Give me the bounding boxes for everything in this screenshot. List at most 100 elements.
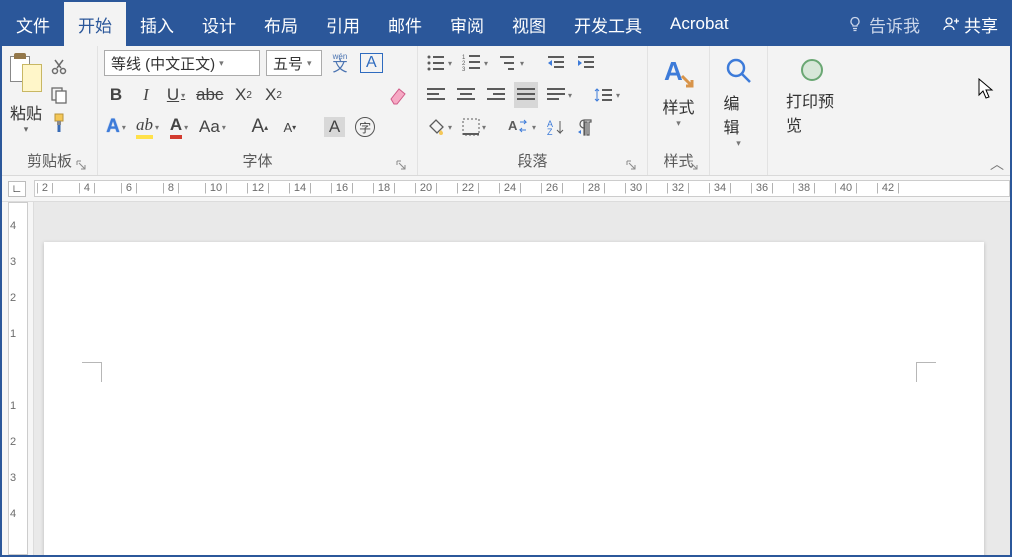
svg-text:A: A: [508, 118, 518, 133]
show-marks-button[interactable]: [574, 114, 598, 140]
align-distributed-button[interactable]: ▾: [544, 82, 574, 108]
phonetic-guide-button[interactable]: wén文: [328, 50, 352, 76]
numbering-button[interactable]: 123▾: [460, 50, 490, 76]
eraser-icon: [387, 85, 409, 105]
character-border-button[interactable]: A: [358, 50, 385, 76]
shading-button[interactable]: ▾: [424, 114, 454, 140]
document-page[interactable]: [44, 242, 984, 555]
group-clipboard-label: 剪贴板: [8, 148, 91, 175]
styles-icon: A: [662, 56, 696, 90]
font-dialog-launcher[interactable]: [395, 159, 407, 171]
tell-me-label: 告诉我: [869, 12, 920, 37]
text-effects-button[interactable]: A▾: [104, 114, 128, 140]
scissors-icon: [49, 57, 69, 77]
tell-me-search[interactable]: 告诉我: [837, 12, 930, 37]
sort-icon: AZ: [546, 118, 566, 136]
lightbulb-icon: [847, 16, 863, 32]
cut-button[interactable]: [48, 56, 70, 78]
text-direction-icon: A: [508, 118, 530, 136]
group-editing: 编辑 ▾: [710, 46, 768, 175]
highlight-button[interactable]: ab▾: [134, 114, 161, 140]
align-right-icon: [486, 87, 506, 103]
copy-button[interactable]: [48, 84, 70, 106]
find-icon: [724, 56, 754, 86]
borders-button[interactable]: ▾: [460, 114, 488, 140]
paste-dropdown[interactable]: ▾: [24, 124, 29, 135]
font-size-combo[interactable]: 五号▾: [266, 50, 322, 76]
outdent-icon: [546, 54, 566, 72]
tab-references[interactable]: 引用: [312, 2, 374, 46]
subscript-button[interactable]: X2: [231, 82, 255, 108]
tab-home[interactable]: 开始: [64, 2, 126, 46]
increase-indent-button[interactable]: [574, 50, 598, 76]
group-styles-label: 样式: [654, 148, 703, 175]
brush-icon: [49, 112, 69, 134]
clear-formatting-button[interactable]: [385, 82, 411, 108]
ribbon-tabbar: 文件 开始 插入 设计 布局 引用 邮件 审阅 视图 开发工具 Acrobat …: [2, 2, 1010, 46]
tab-view[interactable]: 视图: [498, 2, 560, 46]
tab-review[interactable]: 审阅: [436, 2, 498, 46]
tab-file[interactable]: 文件: [2, 2, 64, 46]
decrease-indent-button[interactable]: [544, 50, 568, 76]
group-clipboard: 粘贴 ▾ 剪贴板: [2, 46, 98, 175]
numbering-icon: 123: [462, 54, 482, 72]
tab-developer[interactable]: 开发工具: [560, 2, 656, 46]
vertical-ruler[interactable]: 43211234: [2, 202, 34, 555]
bullets-button[interactable]: ▾: [424, 50, 454, 76]
align-right-button[interactable]: [484, 82, 508, 108]
superscript-button[interactable]: X2: [261, 82, 285, 108]
italic-button[interactable]: I: [134, 82, 158, 108]
share-label: 共享: [964, 12, 998, 37]
multilevel-icon: [498, 54, 518, 72]
shrink-font-button[interactable]: A▾: [278, 114, 302, 140]
format-painter-button[interactable]: [48, 112, 70, 134]
align-center-icon: [456, 87, 476, 103]
clipboard-dialog-launcher[interactable]: [75, 159, 87, 171]
page-scroll-area[interactable]: [34, 202, 1010, 555]
collapse-ribbon-button[interactable]: ︿: [988, 155, 1006, 173]
bullets-icon: [426, 54, 446, 72]
underline-button[interactable]: U▾: [164, 82, 188, 108]
multilevel-list-button[interactable]: ▾: [496, 50, 526, 76]
align-center-button[interactable]: [454, 82, 478, 108]
sort-button[interactable]: AZ: [544, 114, 568, 140]
align-justify-button[interactable]: [514, 82, 538, 108]
paint-bucket-icon: [426, 118, 446, 136]
font-name-combo[interactable]: 等线 (中文正文)▾: [104, 50, 260, 76]
group-paragraph-label: 段落: [424, 148, 641, 175]
bold-button[interactable]: B: [104, 82, 128, 108]
group-paragraph: ▾ 123▾ ▾ ▾ ▾ ▾ ▾: [418, 46, 648, 175]
paragraph-dialog-launcher[interactable]: [625, 159, 637, 171]
group-print-preview: 打印预览: [768, 46, 856, 175]
paste-button[interactable]: 粘贴: [10, 100, 42, 124]
tab-insert[interactable]: 插入: [126, 2, 188, 46]
text-direction-button[interactable]: A▾: [506, 114, 538, 140]
print-preview-button[interactable]: 打印预览: [774, 50, 850, 136]
styles-dialog-launcher[interactable]: [687, 159, 699, 171]
paste-icon: [8, 54, 44, 98]
pilcrow-icon: [576, 118, 596, 136]
align-left-button[interactable]: [424, 82, 448, 108]
copy-icon: [49, 85, 69, 105]
ribbon: 粘贴 ▾ 剪贴板 等线 (中文正文)▾ 五号▾ wén文 A: [2, 46, 1010, 176]
tab-layout[interactable]: 布局: [250, 2, 312, 46]
share-button[interactable]: 共享: [930, 12, 1010, 37]
horizontal-ruler[interactable]: ∟ |2||4||6||8||10||12||14||16||18||20||2…: [2, 176, 1010, 202]
tab-mail[interactable]: 邮件: [374, 2, 436, 46]
align-distributed-icon: [546, 87, 566, 103]
change-case-button[interactable]: Aa▾: [197, 114, 228, 140]
grow-font-button[interactable]: A▴: [248, 114, 272, 140]
enclose-characters-button[interactable]: 字: [353, 114, 377, 140]
character-shading-button[interactable]: A: [322, 114, 347, 140]
editing-button[interactable]: 编辑 ▾: [712, 50, 766, 149]
tab-acrobat[interactable]: Acrobat: [656, 2, 743, 46]
tab-design[interactable]: 设计: [188, 2, 250, 46]
styles-button[interactable]: A 样式 ▾: [650, 50, 708, 129]
line-spacing-icon: [594, 86, 614, 104]
borders-icon: [462, 118, 480, 136]
font-color-button[interactable]: A▾: [167, 114, 191, 140]
tab-selector[interactable]: ∟: [8, 181, 26, 197]
strikethrough-button[interactable]: abc: [194, 82, 225, 108]
line-spacing-button[interactable]: ▾: [592, 82, 622, 108]
svg-text:3: 3: [462, 67, 466, 72]
